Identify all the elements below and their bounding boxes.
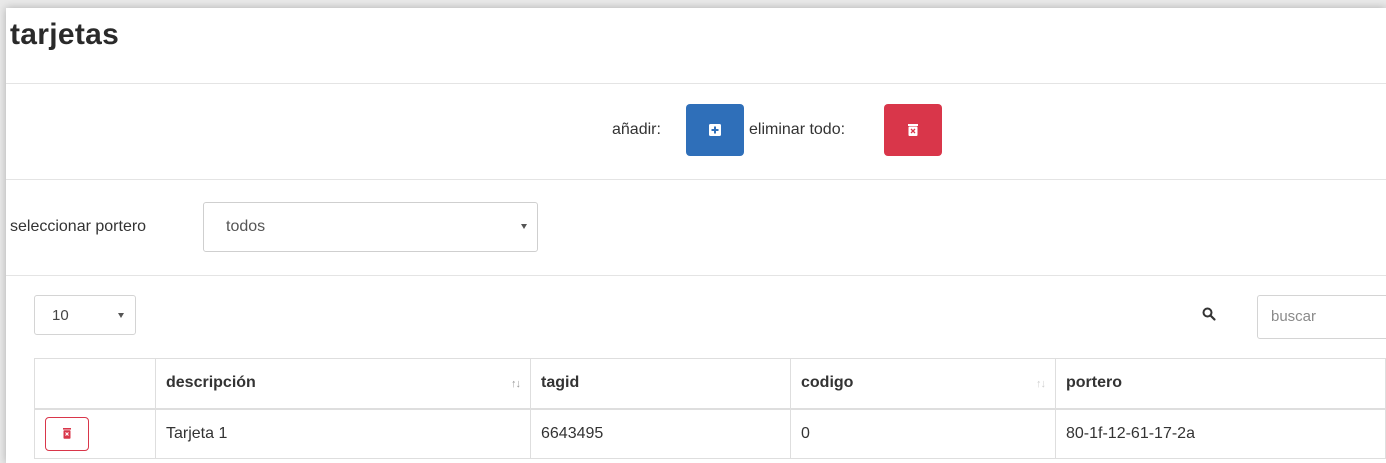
delete-all-button[interactable]: [884, 104, 942, 156]
column-header-codigo[interactable]: codigo ↑↓: [790, 358, 1056, 410]
sort-asc-icon: ↑↓: [511, 378, 521, 390]
app-window: tarjetas añadir: eliminar todo: seleccio…: [6, 8, 1386, 463]
portero-select[interactable]: todos: [203, 202, 538, 252]
column-header-label: descripción: [166, 374, 256, 392]
trash-icon: [908, 124, 918, 136]
divider: [6, 179, 1386, 180]
trash-icon: [63, 428, 71, 439]
column-header-descripcion[interactable]: descripción ↑↓: [155, 358, 531, 410]
page-length-select[interactable]: 10: [34, 295, 136, 335]
divider: [6, 83, 1386, 84]
page-title: tarjetas: [10, 18, 120, 51]
search-input[interactable]: [1271, 308, 1386, 325]
column-header-actions: [34, 358, 156, 410]
add-button[interactable]: [686, 104, 744, 156]
portero-filter: seleccionar portero todos: [6, 202, 1386, 254]
table-header-row: descripción ↑↓ tagid codigo ↑↓ portero: [34, 358, 1386, 410]
table-row: Tarjeta 1 6643495 0 80-1f-12-61-17-2a: [34, 408, 1386, 459]
plus-square-icon: [709, 124, 721, 136]
cards-table: descripción ↑↓ tagid codigo ↑↓ portero T…: [34, 358, 1386, 459]
cell-codigo: 0: [790, 408, 1056, 459]
divider: [6, 275, 1386, 276]
cell-descripcion: Tarjeta 1: [155, 408, 531, 459]
portero-select-value: todos: [226, 218, 266, 235]
delete-all-label: eliminar todo:: [749, 121, 846, 138]
search-field[interactable]: [1257, 295, 1386, 339]
column-header-portero[interactable]: portero: [1055, 358, 1386, 410]
chevron-down-icon: [521, 224, 527, 229]
action-bar: añadir: eliminar todo:: [6, 104, 1386, 158]
cell-portero: 80-1f-12-61-17-2a: [1055, 408, 1386, 459]
column-header-label: codigo: [801, 374, 854, 392]
sort-both-icon: ↑↓: [1036, 378, 1046, 390]
portero-filter-label: seleccionar portero: [10, 218, 147, 235]
magnifier-icon: [1202, 307, 1216, 321]
column-header-tagid[interactable]: tagid: [530, 358, 791, 410]
cell-tagid: 6643495: [530, 408, 791, 459]
row-delete-button[interactable]: [45, 416, 89, 451]
chevron-down-icon: [118, 313, 124, 318]
page-length-value: 10: [52, 307, 69, 324]
column-header-label: tagid: [541, 374, 580, 392]
add-label: añadir:: [612, 121, 661, 138]
column-header-label: portero: [1066, 374, 1122, 392]
row-actions-cell: [34, 408, 156, 459]
